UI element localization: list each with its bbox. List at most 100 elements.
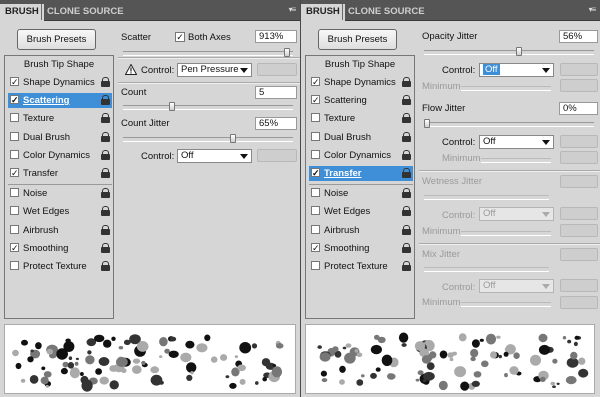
lock-icon[interactable]: [402, 77, 411, 87]
airbrush-checkbox[interactable]: [10, 224, 19, 234]
flow-control-select[interactable]: Off: [479, 135, 554, 149]
tab-brush[interactable]: BRUSH: [0, 4, 44, 21]
count-slider-track[interactable]: [123, 105, 293, 110]
lock-icon[interactable]: [402, 261, 411, 271]
count-slider-thumb[interactable]: [168, 102, 175, 111]
lock-icon[interactable]: [101, 77, 110, 87]
lock-icon[interactable]: [101, 149, 110, 160]
wet-edges-checkbox[interactable]: [10, 206, 19, 216]
list-item-scattering[interactable]: ✓ Scattering: [309, 93, 413, 108]
list-item-transfer[interactable]: ✓ Transfer: [8, 166, 112, 181]
list-item-wet-edges[interactable]: Wet Edges: [309, 204, 413, 219]
tab-bar: BRUSH CLONE SOURCE: [0, 0, 300, 21]
texture-checkbox[interactable]: [311, 113, 320, 123]
count-jitter-slider-track[interactable]: [123, 137, 293, 142]
lock-icon[interactable]: [402, 149, 411, 160]
brush-dot: [496, 335, 501, 339]
lock-icon[interactable]: [101, 188, 110, 199]
lock-icon[interactable]: [402, 168, 411, 178]
list-item-protect-texture[interactable]: Protect Texture: [8, 259, 112, 274]
transfer-checkbox[interactable]: ✓: [10, 168, 19, 178]
smoothing-checkbox[interactable]: ✓: [10, 242, 19, 252]
panel-menu-icon[interactable]: [287, 5, 297, 15]
scatter-slider-thumb[interactable]: [283, 48, 290, 57]
list-item-smoothing[interactable]: ✓ Smoothing: [309, 241, 413, 256]
brush-tip-shape-item[interactable]: Brush Tip Shape: [5, 59, 113, 70]
brush-presets-button[interactable]: Brush Presets: [318, 29, 397, 50]
count-value-field[interactable]: 5: [255, 86, 297, 99]
list-item-noise[interactable]: Noise: [309, 186, 413, 201]
brush-presets-button[interactable]: Brush Presets: [17, 29, 96, 50]
lock-icon[interactable]: [101, 131, 110, 142]
texture-checkbox[interactable]: [10, 113, 19, 123]
lock-icon[interactable]: [101, 206, 110, 217]
color-dynamics-checkbox[interactable]: [10, 149, 19, 159]
wet-edges-checkbox[interactable]: [311, 206, 320, 216]
opacity-control-select[interactable]: Off: [479, 63, 554, 77]
airbrush-checkbox[interactable]: [311, 224, 320, 234]
tab-clone-source[interactable]: CLONE SOURCE: [41, 4, 129, 20]
lock-icon[interactable]: [101, 224, 110, 235]
count-jitter-value-field[interactable]: 65%: [255, 117, 297, 130]
transfer-checkbox[interactable]: ✓: [311, 168, 320, 178]
noise-checkbox[interactable]: [311, 188, 320, 198]
list-item-smoothing[interactable]: ✓ Smoothing: [8, 241, 112, 256]
list-item-dual-brush[interactable]: Dual Brush: [8, 130, 112, 145]
lock-icon[interactable]: [101, 95, 110, 106]
scatter-control-select[interactable]: Pen Pressure: [177, 63, 252, 77]
scatter-slider-track[interactable]: [123, 51, 293, 56]
panel-menu-icon[interactable]: [587, 5, 597, 15]
scattering-checkbox[interactable]: ✓: [10, 95, 19, 105]
list-item-noise[interactable]: Noise: [8, 186, 112, 201]
lock-icon[interactable]: [101, 168, 110, 178]
scatter-value-field[interactable]: 913%: [255, 30, 297, 43]
flow-jitter-value-field[interactable]: 0%: [559, 102, 598, 115]
count-jitter-slider-thumb[interactable]: [229, 134, 236, 143]
protect-texture-checkbox[interactable]: [10, 261, 19, 270]
dual-brush-checkbox[interactable]: [10, 131, 19, 141]
list-item-protect-texture[interactable]: Protect Texture: [309, 259, 413, 274]
count-jitter-control-select[interactable]: Off: [177, 149, 252, 163]
list-item-shape-dynamics[interactable]: ✓ Shape Dynamics: [8, 75, 112, 90]
list-item-scattering[interactable]: ✓ Scattering: [8, 93, 112, 109]
list-item-wet-edges[interactable]: Wet Edges: [8, 204, 112, 219]
color-dynamics-checkbox[interactable]: [311, 149, 320, 159]
flow-jitter-slider-track[interactable]: [424, 122, 594, 127]
protect-texture-checkbox[interactable]: [311, 261, 320, 270]
dual-brush-checkbox[interactable]: [311, 131, 320, 141]
list-item-airbrush[interactable]: Airbrush: [309, 223, 413, 238]
brush-stroke-preview-canvas: [317, 332, 589, 391]
brush-tip-shape-item[interactable]: Brush Tip Shape: [306, 59, 414, 70]
list-item-color-dynamics[interactable]: Color Dynamics: [309, 148, 413, 163]
shape-dynamics-checkbox[interactable]: ✓: [10, 77, 19, 87]
scattering-checkbox[interactable]: ✓: [311, 95, 320, 105]
opacity-jitter-slider-track[interactable]: [424, 50, 594, 55]
opacity-jitter-slider-thumb[interactable]: [515, 47, 522, 56]
list-item-airbrush[interactable]: Airbrush: [8, 223, 112, 238]
lock-icon[interactable]: [402, 131, 411, 142]
shape-dynamics-checkbox[interactable]: ✓: [311, 77, 320, 87]
lock-icon[interactable]: [402, 188, 411, 199]
list-item-transfer[interactable]: ✓ Transfer: [309, 166, 413, 181]
lock-icon[interactable]: [402, 95, 411, 106]
lock-icon[interactable]: [402, 242, 411, 253]
both-axes-checkbox[interactable]: ✓: [175, 32, 185, 42]
list-item-texture[interactable]: Texture: [309, 111, 413, 126]
list-item-shape-dynamics[interactable]: ✓ Shape Dynamics: [309, 75, 413, 90]
opacity-jitter-value-field[interactable]: 56%: [559, 30, 598, 43]
list-item-texture[interactable]: Texture: [8, 111, 112, 126]
list-item-color-dynamics[interactable]: Color Dynamics: [8, 148, 112, 163]
lock-icon[interactable]: [101, 261, 110, 271]
control-label: Control:: [442, 210, 476, 221]
flow-jitter-slider-thumb[interactable]: [424, 119, 430, 128]
noise-checkbox[interactable]: [10, 188, 19, 198]
lock-icon[interactable]: [402, 113, 411, 124]
lock-icon[interactable]: [402, 224, 411, 235]
tab-clone-source[interactable]: CLONE SOURCE: [342, 4, 430, 20]
lock-icon[interactable]: [101, 113, 110, 124]
lock-icon[interactable]: [101, 242, 110, 253]
smoothing-checkbox[interactable]: ✓: [311, 242, 320, 252]
list-item-dual-brush[interactable]: Dual Brush: [309, 130, 413, 145]
tab-brush[interactable]: BRUSH: [301, 4, 345, 21]
lock-icon[interactable]: [402, 206, 411, 217]
